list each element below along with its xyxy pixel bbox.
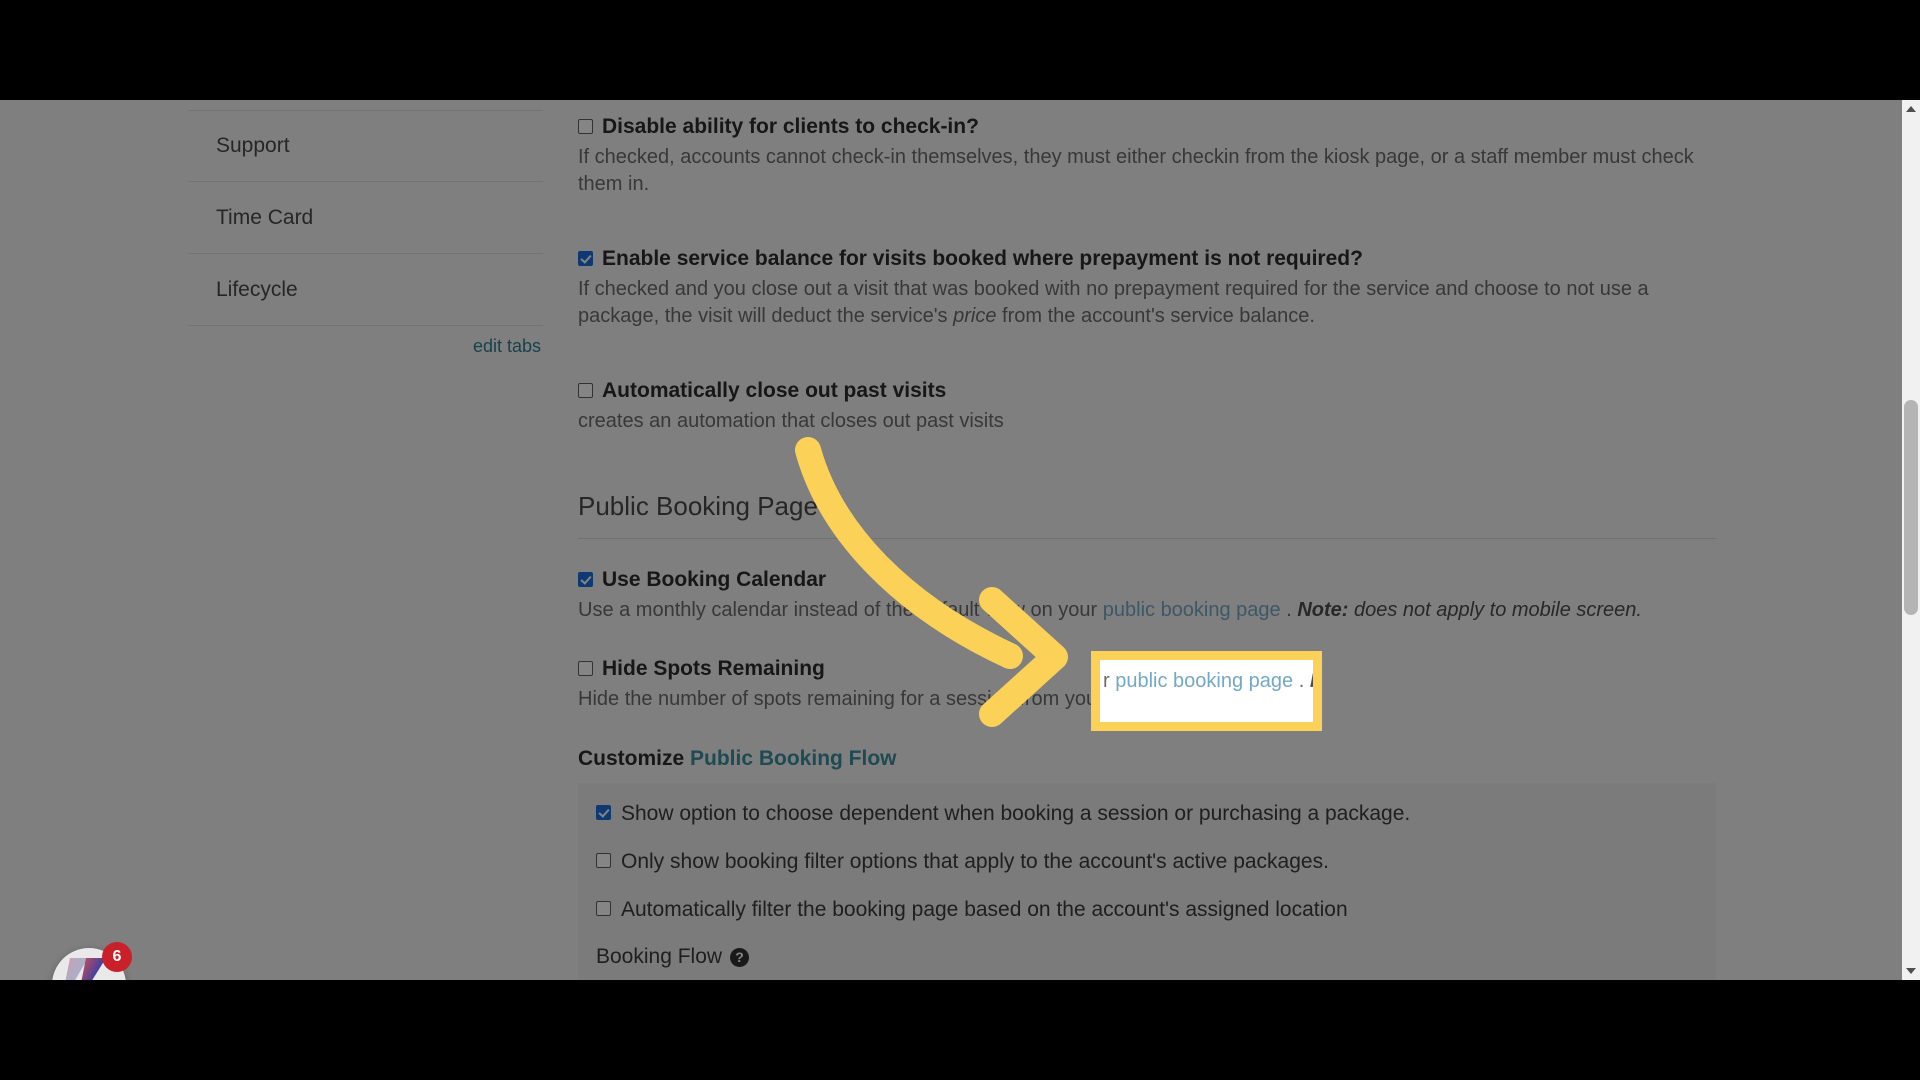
option-only-active-packages[interactable]: Only show booking filter options that ap…: [596, 849, 1698, 875]
customize-heading: Customize Public Booking Flow: [578, 747, 1716, 771]
app-viewport: Support Time Card Lifecycle edit tabs Di…: [0, 100, 1920, 980]
step-label: Step 3: Book Session: [1355, 979, 1556, 980]
option-show-dependent[interactable]: Show option to choose dependent when boo…: [596, 801, 1698, 827]
booking-flow-panel: Show option to choose dependent when boo…: [578, 783, 1716, 980]
desc-part-2: from the account's service balance.: [996, 305, 1315, 327]
chat-widget[interactable]: 6: [52, 942, 132, 980]
sidebar-item-support[interactable]: Support: [188, 110, 543, 182]
note-label: Note:: [1297, 599, 1349, 621]
hide-spots-checkbox[interactable]: [578, 661, 593, 676]
public-booking-page-link[interactable]: public booking page: [1103, 599, 1281, 621]
checkbox-row[interactable]: Automatically close out past visits: [578, 378, 1716, 404]
only-active-packages-checkbox[interactable]: [596, 853, 611, 868]
auto-filter-location-checkbox[interactable]: [596, 901, 611, 916]
section-title-public-booking-page: Public Booking Page: [578, 491, 1716, 539]
option-label: Show option to choose dependent when boo…: [621, 802, 1411, 825]
vertical-scrollbar[interactable]: [1902, 100, 1920, 980]
setting-label: Enable service balance for visits booked…: [602, 247, 1363, 270]
highlight-callout-box: r public booking page . N: [1091, 651, 1322, 731]
setting-label: Use Booking Calendar: [602, 568, 827, 591]
setting-description: If checked and you close out a visit tha…: [578, 276, 1713, 330]
sidebar-item-label: Lifecycle: [216, 277, 298, 301]
disable-checkin-checkbox[interactable]: [578, 119, 593, 134]
hl-after: .: [1293, 670, 1310, 692]
sidebar-item-lifecycle[interactable]: Lifecycle: [188, 254, 543, 326]
hl-before: r: [1103, 670, 1116, 692]
public-booking-flow-link[interactable]: Public Booking Flow: [690, 747, 897, 770]
setting-disable-checkin: Disable ability for clients to check-in?…: [578, 114, 1716, 198]
screen-root: Support Time Card Lifecycle edit tabs Di…: [0, 0, 1920, 1080]
sidebar-item-time-card[interactable]: Time Card: [188, 182, 543, 254]
checkbox-row[interactable]: Use Booking Calendar: [578, 567, 1716, 593]
option-label: Automatically filter the booking page ba…: [621, 898, 1348, 921]
desc-part-1: Hide the number of spots remaining for a…: [578, 688, 1110, 710]
sidebar-item-label: Support: [216, 134, 290, 157]
auto-close-checkbox[interactable]: [578, 383, 593, 398]
use-booking-calendar-checkbox[interactable]: [578, 572, 593, 587]
booking-flow-label: Booking Flow: [596, 945, 723, 968]
scroll-up-arrow-icon[interactable]: [1902, 100, 1920, 118]
sidebar-footer: edit tabs: [188, 326, 543, 366]
step-2-purchase-packages[interactable]: Step 2: Purchase Packages ?: [963, 979, 1330, 980]
highlighted-text: r public booking page . N: [1103, 668, 1313, 695]
setting-description: If checked, accounts cannot check-in the…: [578, 146, 1694, 195]
scroll-down-arrow-icon[interactable]: [1902, 962, 1920, 980]
setting-use-booking-calendar: Use Booking Calendar Use a monthly calen…: [578, 567, 1716, 624]
setting-auto-close-past-visits: Automatically close out past visits crea…: [578, 378, 1716, 435]
step-label: Step 2: Purchase Packages: [987, 979, 1246, 980]
show-dependent-checkbox[interactable]: [596, 805, 611, 820]
service-balance-checkbox[interactable]: [578, 251, 593, 266]
checkbox-row[interactable]: Disable ability for clients to check-in?: [578, 114, 1716, 140]
step-1-create-dependent[interactable]: Step 1: Create Dependent ?: [596, 979, 963, 980]
sidebar-nav: Support Time Card Lifecycle edit tabs: [188, 100, 543, 366]
setting-description: creates an automation that closes out pa…: [578, 410, 1004, 432]
edit-tabs-link[interactable]: edit tabs: [473, 336, 541, 357]
option-auto-filter-location[interactable]: Automatically filter the booking page ba…: [596, 897, 1698, 923]
chat-unread-badge: 6: [102, 942, 132, 972]
note-text: does not apply to mobile screen.: [1348, 599, 1642, 621]
setting-description: Use a monthly calendar instead of the de…: [578, 597, 1713, 624]
settings-content: Disable ability for clients to check-in?…: [578, 100, 1716, 980]
step-label: Step 1: Create Dependent: [620, 979, 864, 980]
setting-label: Automatically close out past visits: [602, 379, 947, 402]
option-label: Only show booking filter options that ap…: [621, 850, 1329, 873]
customize-prefix: Customize: [578, 747, 691, 770]
public-booking-page-link-highlighted[interactable]: public booking page: [1115, 670, 1293, 692]
setting-label: Hide Spots Remaining: [602, 657, 825, 680]
step-3-book-session[interactable]: Step 3: Book Session ?: [1331, 979, 1698, 980]
checkbox-row[interactable]: Enable service balance for visits booked…: [578, 246, 1716, 272]
setting-label: Disable ability for clients to check-in?: [602, 115, 979, 138]
help-icon[interactable]: ?: [730, 947, 750, 967]
hl-note: N: [1310, 670, 1313, 692]
desc-italic-price: price: [953, 305, 997, 327]
setting-service-balance: Enable service balance for visits booked…: [578, 246, 1716, 330]
desc-part-1: Use a monthly calendar instead of the de…: [578, 599, 1103, 621]
highlight-content-clip: r public booking page . N: [1100, 660, 1313, 722]
booking-flow-steps: Step 1: Create Dependent ? Step 2: Purch…: [596, 979, 1698, 980]
sidebar-item-label: Time Card: [216, 205, 314, 229]
booking-flow-label-row: Booking Flow ?: [596, 945, 1698, 969]
desc-part-2: .: [1280, 599, 1298, 621]
scrollbar-thumb[interactable]: [1904, 400, 1918, 615]
